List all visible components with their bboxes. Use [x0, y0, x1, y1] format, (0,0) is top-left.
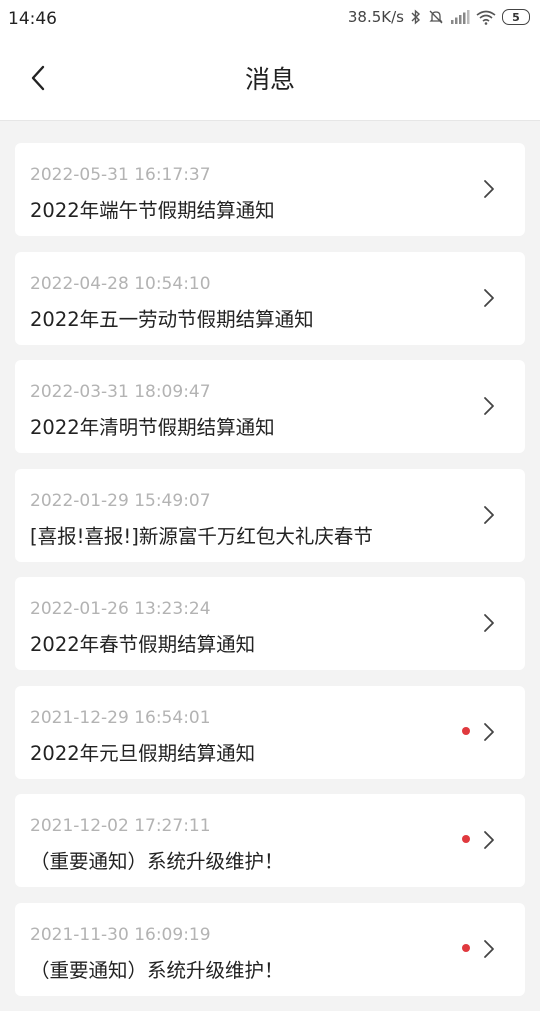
message-title: 2022年端午节假期结算通知 — [30, 199, 275, 222]
chevron-right-icon — [481, 611, 497, 635]
message-item[interactable]: 2022-03-31 18:09:47 2022年清明节假期结算通知 — [15, 360, 525, 453]
chevron-right-icon — [481, 720, 497, 744]
chevron-right-icon — [481, 503, 497, 527]
message-date: 2021-11-30 16:09:19 — [30, 924, 211, 945]
message-title: 2022年春节假期结算通知 — [30, 633, 256, 656]
message-title: 2022年五一劳动节假期结算通知 — [30, 307, 314, 331]
message-item[interactable]: 2022-01-26 13:23:24 2022年春节假期结算通知 — [15, 577, 525, 670]
message-date: 2022-04-28 10:54:10 — [30, 273, 211, 294]
message-title: （重要通知）系统升级维护！ — [30, 958, 284, 982]
battery-icon: 5 — [502, 9, 530, 25]
message-date: 2022-05-31 16:17:37 — [30, 165, 211, 185]
message-title: 2022年清明节假期结算通知 — [30, 416, 275, 439]
message-list: 2022-05-31 16:17:37 2022年端午节假期结算通知 2022-04… — [15, 143, 525, 1011]
message-date: 2021-12-29 16:54:01 — [30, 707, 211, 728]
chevron-right-icon — [481, 177, 497, 201]
chevron-right-icon — [481, 937, 497, 961]
page-title: 消息 — [244, 65, 295, 94]
message-item[interactable]: 2022-05-31 16:17:37 2022年端午节假期结算通知 — [15, 143, 525, 236]
status-bar: 14:46 38.5K/s 5 — [0, 0, 540, 38]
status-time: 14:46 — [8, 9, 57, 29]
unread-dot — [462, 943, 470, 952]
message-title: [喜报!喜报!]新源富千万红包大礼庆春节 — [30, 524, 373, 548]
unread-dot — [462, 726, 470, 735]
message-item[interactable]: 2022-04-28 10:54:10 2022年五一劳动节假期结算通知 — [15, 251, 525, 345]
message-date: 2022-01-29 15:49:07 — [30, 490, 211, 511]
message-date: 2021-12-02 17:27:11 — [30, 816, 211, 836]
mute-icon — [428, 9, 444, 25]
bluetooth-icon — [410, 9, 422, 25]
message-date: 2022-01-26 13:23:24 — [30, 599, 211, 619]
chevron-right-icon — [481, 828, 497, 852]
status-indicators: 38.5K/s 5 — [348, 8, 530, 26]
message-date: 2022-03-31 18:09:47 — [30, 382, 211, 402]
unread-dot — [462, 835, 470, 843]
message-item[interactable]: 2022-01-29 15:49:07 [喜报!喜报!]新源富千万红包大礼庆春节 — [15, 468, 525, 562]
message-item[interactable]: 2021-12-02 17:27:11 （重要通知）系统升级维护！ — [15, 794, 525, 887]
network-speed: 38.5K/s — [347, 8, 404, 26]
signal-icon — [450, 10, 470, 24]
chevron-right-icon — [481, 394, 497, 418]
message-title: 2022年元旦假期结算通知 — [30, 741, 256, 765]
chevron-right-icon — [481, 286, 497, 310]
message-title: （重要通知）系统升级维护！ — [30, 850, 284, 873]
message-item[interactable]: 2021-12-29 16:54:01 2022年元旦假期结算通知 — [15, 685, 525, 779]
message-item[interactable]: 2021-11-30 16:09:19 （重要通知）系统升级维护！ — [15, 902, 525, 996]
wifi-icon — [476, 10, 496, 25]
navigation-bar: 消息 — [0, 38, 540, 121]
